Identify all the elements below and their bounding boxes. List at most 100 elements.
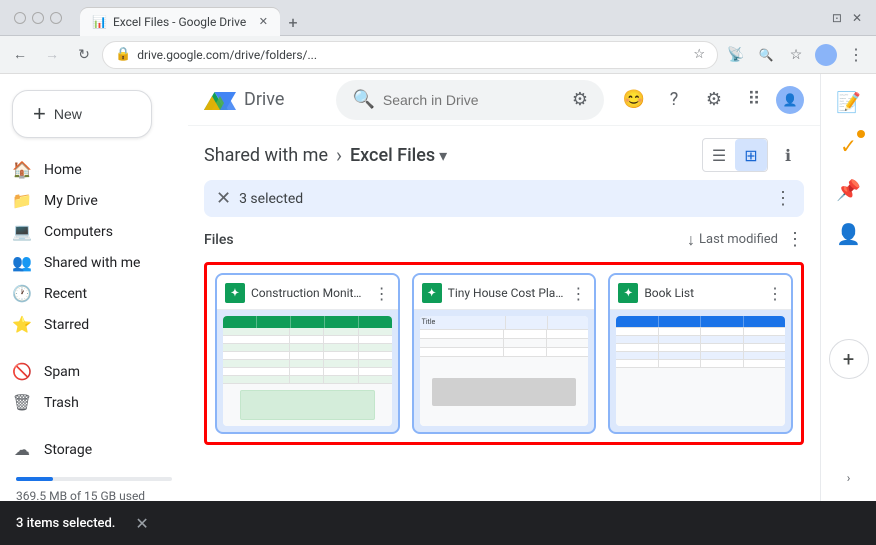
selection-count: 3 selected: [239, 191, 766, 207]
storage-bar-background: [16, 477, 172, 481]
spreadsheet-3: [616, 316, 785, 426]
header-actions: 😊 ? ⚙ ⠿ 👤: [616, 82, 804, 118]
sidebar-item-home[interactable]: 🏠 Home: [0, 154, 176, 185]
spreadsheet-2: Title: [420, 316, 589, 426]
drive-name: Drive: [244, 89, 284, 110]
new-button[interactable]: + New: [12, 90, 152, 138]
breadcrumb-current-label[interactable]: Excel Files: [350, 145, 435, 166]
reload-button[interactable]: ↻: [70, 41, 98, 69]
storage-section: 369.5 MB of 15 GB used: [0, 465, 188, 501]
url-bar: 🔒 drive.google.com/drive/folders/... ☆: [102, 41, 718, 69]
shared-icon: 👥: [12, 253, 32, 272]
storage-icon: ☁: [12, 440, 32, 459]
breadcrumb: Shared with me › Excel Files ▾: [204, 143, 447, 167]
avatar[interactable]: 👤: [776, 86, 804, 114]
profile-icon[interactable]: [812, 41, 840, 69]
sidebar-item-computers[interactable]: 💻 Computers: [0, 216, 176, 247]
close-dot[interactable]: [14, 12, 26, 24]
tab-favicon: 📊: [92, 15, 107, 29]
breadcrumb-parent[interactable]: Shared with me: [204, 145, 328, 166]
file-name-3: Book List: [644, 286, 761, 300]
drive-logo-area: Drive: [204, 86, 324, 114]
file-more-1[interactable]: ⋮: [374, 284, 390, 303]
search-bar[interactable]: 🔍 ⚙: [336, 80, 604, 120]
mydrive-icon: 📁: [12, 191, 32, 210]
right-panel-docs-icon[interactable]: 📝: [829, 82, 869, 122]
forward-button[interactable]: →: [38, 41, 66, 69]
right-panel-expand-icon[interactable]: ›: [839, 463, 859, 493]
right-panel-people-icon[interactable]: 👤: [829, 214, 869, 254]
sidebar-item-trash[interactable]: 🗑 Trash: [0, 387, 176, 418]
recent-icon: 🕐: [12, 284, 32, 303]
secure-icon: 🔒: [115, 47, 131, 62]
file-card-tinyhouse-header: ✦ Tiny House Cost Plan... ⋮: [414, 275, 595, 310]
view-actions: ☰ ⊞ ℹ: [702, 138, 804, 172]
apps-icon[interactable]: ⠿: [736, 82, 772, 118]
selection-close-button[interactable]: ✕: [216, 188, 231, 209]
sidebar-item-spam[interactable]: 🚫 Spam: [0, 356, 176, 387]
settings-icon[interactable]: ⚙: [696, 82, 732, 118]
file-preview-3: [616, 316, 785, 426]
bottom-bar: 3 items selected. ✕: [0, 501, 876, 545]
zoom-icon[interactable]: 🔍: [752, 41, 780, 69]
breadcrumb-arrow: ›: [336, 143, 342, 167]
file-card-construction-header: ✦ Construction Monitor... ⋮: [217, 275, 398, 310]
restore-button[interactable]: ⊡: [832, 11, 842, 25]
right-panel-tasks-icon[interactable]: ✓: [829, 126, 869, 166]
right-panel-keep-icon[interactable]: 📌: [829, 170, 869, 210]
tune-icon[interactable]: ⚙: [572, 89, 588, 110]
list-view-button[interactable]: ☰: [703, 139, 735, 171]
selection-bar: ✕ 3 selected ⋮: [204, 180, 804, 217]
files-label: Files: [204, 232, 687, 248]
sidebar-item-recent[interactable]: 🕐 Recent: [0, 278, 176, 309]
storage-text: 369.5 MB of 15 GB used: [16, 489, 172, 501]
feedback-icon[interactable]: 😊: [616, 82, 652, 118]
right-panel-add-button[interactable]: +: [829, 339, 869, 379]
breadcrumb-current: Excel Files ▾: [350, 145, 447, 166]
drive-logo: [204, 86, 236, 114]
sort-area[interactable]: ↓ Last modified: [687, 230, 778, 250]
maximize-dot[interactable]: [50, 12, 62, 24]
tab-close-icon[interactable]: ✕: [259, 15, 268, 28]
sidebar-item-starred[interactable]: ⭐ Starred: [0, 309, 176, 340]
breadcrumb-chevron[interactable]: ▾: [439, 146, 447, 165]
file-more-3[interactable]: ⋮: [767, 284, 783, 303]
bottom-close-button[interactable]: ✕: [135, 514, 148, 533]
sidebar-item-mydrive[interactable]: 📁 My Drive: [0, 185, 176, 216]
bookmark-icon[interactable]: ☆: [693, 47, 705, 62]
close-button[interactable]: ✕: [852, 11, 862, 25]
new-tab-button[interactable]: +: [280, 10, 306, 36]
file-card-tinyhouse[interactable]: ✦ Tiny House Cost Plan... ⋮ Title: [412, 273, 597, 434]
browser-tab[interactable]: 📊 Excel Files - Google Drive ✕: [80, 8, 280, 36]
file-preview-1: [223, 316, 392, 426]
computers-icon: 💻: [12, 222, 32, 241]
url-text: drive.google.com/drive/folders/...: [137, 48, 687, 62]
minimize-dot[interactable]: [32, 12, 44, 24]
back-button[interactable]: ←: [6, 41, 34, 69]
file-card-booklist[interactable]: ✦ Book List ⋮: [608, 273, 793, 434]
sidebar: + New 🏠 Home 📁 My Drive 💻 Computers 👥 Sh…: [0, 74, 188, 501]
cast-icon[interactable]: 📡: [722, 41, 750, 69]
help-icon[interactable]: ?: [656, 82, 692, 118]
spreadsheet-1: [223, 316, 392, 426]
starred-icon: ⭐: [12, 315, 32, 334]
selection-more-button[interactable]: ⋮: [774, 188, 792, 209]
info-button[interactable]: ℹ: [772, 139, 804, 171]
file-name-2: Tiny House Cost Plan...: [448, 286, 565, 300]
trash-icon: 🗑: [12, 393, 32, 412]
files-header: Files ↓ Last modified ⋮: [204, 229, 804, 250]
file-card-construction[interactable]: ✦ Construction Monitor... ⋮: [215, 273, 400, 434]
sheets-icon-1: ✦: [225, 283, 245, 303]
sidebar-item-shared[interactable]: 👥 Shared with me: [0, 247, 176, 278]
file-more-2[interactable]: ⋮: [570, 284, 586, 303]
sort-label: Last modified: [699, 232, 778, 247]
search-icon: 🔍: [352, 89, 374, 110]
more-options-icon[interactable]: ⋮: [786, 229, 804, 250]
extension-icon[interactable]: ⋮: [842, 41, 870, 69]
sort-arrow-icon: ↓: [687, 230, 695, 250]
search-input[interactable]: [383, 92, 564, 108]
grid-view-button[interactable]: ⊞: [735, 139, 767, 171]
bookmark-star-icon[interactable]: ☆: [782, 41, 810, 69]
tab-title: Excel Files - Google Drive: [113, 15, 253, 29]
sidebar-item-storage[interactable]: ☁ Storage: [0, 434, 176, 465]
